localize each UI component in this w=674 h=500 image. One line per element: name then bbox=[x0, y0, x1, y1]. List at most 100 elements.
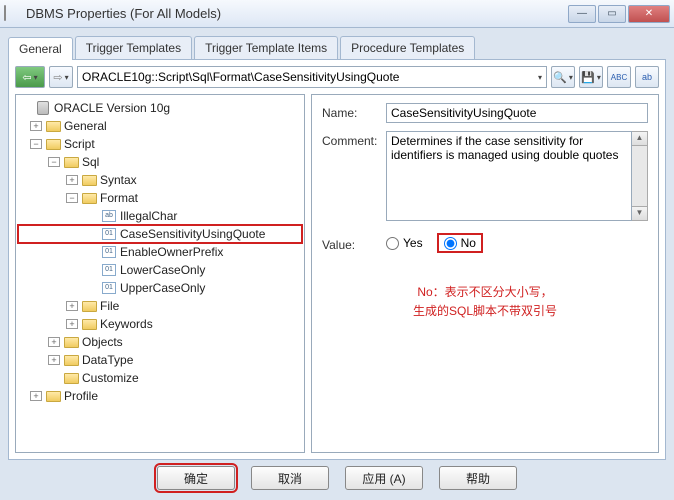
tree-item-uppercase[interactable]: 01UpperCaseOnly bbox=[18, 279, 302, 297]
scroll-down-icon[interactable]: ▼ bbox=[632, 206, 647, 220]
tree-item-lowercase[interactable]: 01LowerCaseOnly bbox=[18, 261, 302, 279]
tree-item-syntax[interactable]: + Syntax bbox=[18, 171, 302, 189]
nav-back-button[interactable]: ⇦▾ bbox=[15, 66, 45, 88]
expand-icon[interactable]: + bbox=[30, 391, 42, 401]
tab-trigger-template-items[interactable]: Trigger Template Items bbox=[194, 36, 338, 59]
folder-icon bbox=[81, 317, 97, 331]
expand-icon[interactable]: + bbox=[48, 337, 60, 347]
scrollbar[interactable]: ▲ ▼ bbox=[632, 131, 648, 221]
expand-icon[interactable]: + bbox=[66, 301, 78, 311]
cancel-button[interactable]: 取消 bbox=[251, 466, 329, 490]
apply-button[interactable]: 应用 (A) bbox=[345, 466, 423, 490]
radio-yes[interactable]: Yes bbox=[386, 236, 423, 250]
tree-item-casesensitivity[interactable]: 01CaseSensitivityUsingQuote bbox=[18, 225, 302, 243]
expand-icon[interactable]: + bbox=[66, 175, 78, 185]
folder-icon bbox=[63, 335, 79, 349]
tree-label: IllegalChar bbox=[120, 209, 177, 223]
spellcheck-button[interactable]: ABC bbox=[607, 66, 631, 88]
comment-textarea[interactable]: Determines if the case sensitivity for i… bbox=[386, 131, 632, 221]
tree-item-datatype[interactable]: + DataType bbox=[18, 351, 302, 369]
folder-icon bbox=[45, 137, 61, 151]
toolbar: ⇦▾ ⇨▾ ORACLE10g::Script\Sql\Format\CaseS… bbox=[15, 66, 659, 88]
nav-forward-button[interactable]: ⇨▾ bbox=[49, 66, 73, 88]
tree-item-sql[interactable]: − Sql bbox=[18, 153, 302, 171]
database-icon bbox=[35, 101, 51, 115]
folder-icon bbox=[63, 353, 79, 367]
annotation-line: 生成的SQL脚本不带双引号 bbox=[322, 302, 648, 321]
tree-pane[interactable]: ORACLE Version 10g +General −Script −Sql… bbox=[15, 94, 305, 453]
tab-general[interactable]: General bbox=[8, 37, 73, 60]
annotation-text: No：表示不区分大小写， 生成的SQL脚本不带双引号 bbox=[322, 283, 648, 321]
tree-label: General bbox=[64, 119, 107, 133]
expand-icon[interactable]: + bbox=[48, 355, 60, 365]
leaf-icon: 01 bbox=[101, 227, 117, 241]
tree-label: CaseSensitivityUsingQuote bbox=[120, 227, 265, 241]
path-input[interactable]: ORACLE10g::Script\Sql\Format\CaseSensiti… bbox=[77, 66, 547, 88]
tree-label: Format bbox=[100, 191, 138, 205]
case-button[interactable]: ab bbox=[635, 66, 659, 88]
comment-label: Comment: bbox=[322, 131, 386, 221]
maximize-button[interactable]: ▭ bbox=[598, 5, 626, 23]
tree-label: DataType bbox=[82, 353, 133, 367]
close-button[interactable]: ✕ bbox=[628, 5, 670, 23]
collapse-icon[interactable]: − bbox=[48, 157, 60, 167]
tab-procedure-templates[interactable]: Procedure Templates bbox=[340, 36, 475, 59]
tree-label: Keywords bbox=[100, 317, 153, 331]
folder-icon bbox=[81, 191, 97, 205]
scroll-up-icon[interactable]: ▲ bbox=[632, 132, 647, 146]
name-input[interactable] bbox=[386, 103, 648, 123]
chevron-down-icon: ▾ bbox=[538, 73, 542, 82]
tree-label: LowerCaseOnly bbox=[120, 263, 205, 277]
tab-content: ⇦▾ ⇨▾ ORACLE10g::Script\Sql\Format\CaseS… bbox=[8, 60, 666, 460]
radio-yes-label: Yes bbox=[403, 236, 423, 250]
tree-label: Sql bbox=[82, 155, 99, 169]
tree-item-file[interactable]: + File bbox=[18, 297, 302, 315]
tree-label: Objects bbox=[82, 335, 123, 349]
tab-trigger-templates[interactable]: Trigger Templates bbox=[75, 36, 192, 59]
tree-item-customize[interactable]: Customize bbox=[18, 369, 302, 387]
folder-icon bbox=[81, 173, 97, 187]
window-title: DBMS Properties (For All Models) bbox=[26, 6, 568, 21]
tree-item-illegalchar[interactable]: abIllegalChar bbox=[18, 207, 302, 225]
collapse-icon[interactable]: − bbox=[30, 139, 42, 149]
leaf-icon: 01 bbox=[101, 281, 117, 295]
find-button[interactable]: 🔍▾ bbox=[551, 66, 575, 88]
tab-strip: General Trigger Templates Trigger Templa… bbox=[8, 36, 666, 60]
tree-label: Customize bbox=[82, 371, 139, 385]
folder-icon bbox=[63, 155, 79, 169]
help-button[interactable]: 帮助 bbox=[439, 466, 517, 490]
tree-item-enableowner[interactable]: 01EnableOwnerPrefix bbox=[18, 243, 302, 261]
properties-pane: Name: Comment: Determines if the case se… bbox=[311, 94, 659, 453]
leaf-icon: 01 bbox=[101, 263, 117, 277]
value-label: Value: bbox=[322, 235, 386, 252]
folder-icon bbox=[81, 299, 97, 313]
tree-label: File bbox=[100, 299, 119, 313]
tree-item-format[interactable]: − Format bbox=[18, 189, 302, 207]
tree-item-profile[interactable]: + Profile bbox=[18, 387, 302, 405]
expand-icon[interactable]: + bbox=[66, 319, 78, 329]
collapse-icon[interactable]: − bbox=[66, 193, 78, 203]
title-bar: DBMS Properties (For All Models) — ▭ ✕ bbox=[0, 0, 674, 28]
tree-item-general[interactable]: + General bbox=[18, 117, 302, 135]
ok-button[interactable]: 确定 bbox=[157, 466, 235, 490]
tree-label: Syntax bbox=[100, 173, 137, 187]
leaf-icon: 01 bbox=[101, 245, 117, 259]
folder-icon bbox=[45, 389, 61, 403]
tree-label: EnableOwnerPrefix bbox=[120, 245, 223, 259]
tree-root[interactable]: ORACLE Version 10g bbox=[18, 99, 302, 117]
radio-no[interactable]: No bbox=[437, 233, 483, 253]
tree-label: ORACLE Version 10g bbox=[54, 101, 170, 115]
expand-icon[interactable]: + bbox=[30, 121, 42, 131]
app-icon bbox=[4, 6, 20, 22]
tree-item-objects[interactable]: + Objects bbox=[18, 333, 302, 351]
save-button[interactable]: 💾▾ bbox=[579, 66, 603, 88]
window-buttons: — ▭ ✕ bbox=[568, 5, 670, 23]
minimize-button[interactable]: — bbox=[568, 5, 596, 23]
tree-label: Profile bbox=[64, 389, 98, 403]
tree-item-keywords[interactable]: + Keywords bbox=[18, 315, 302, 333]
tree-label: Script bbox=[64, 137, 95, 151]
dialog-buttons: 确定 取消 应用 (A) 帮助 bbox=[0, 466, 674, 490]
tree-label: UpperCaseOnly bbox=[120, 281, 205, 295]
path-text: ORACLE10g::Script\Sql\Format\CaseSensiti… bbox=[82, 70, 399, 84]
tree-item-script[interactable]: − Script bbox=[18, 135, 302, 153]
